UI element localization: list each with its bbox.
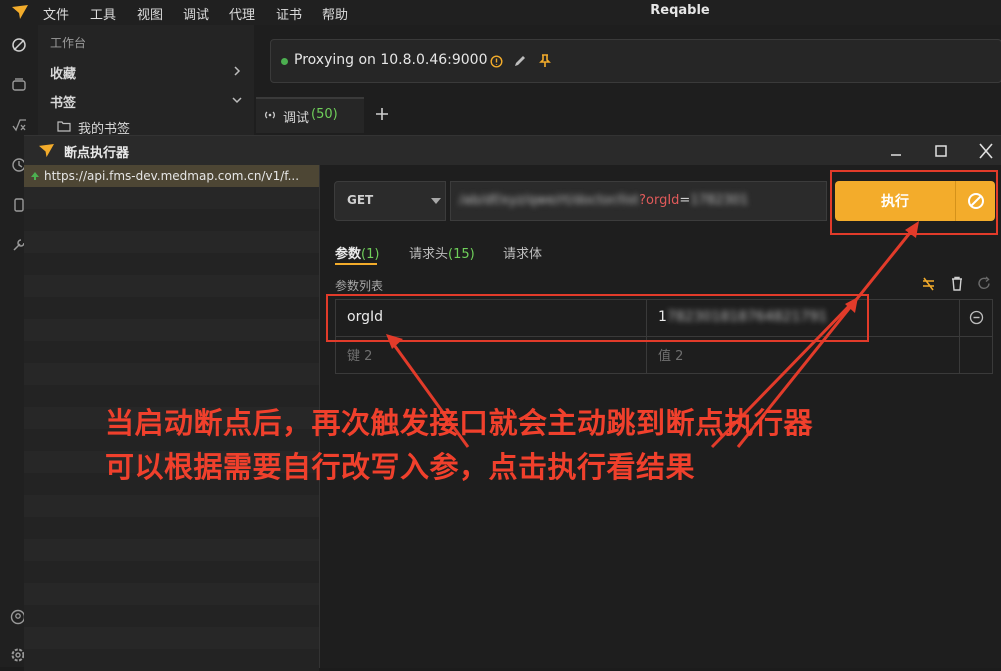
annotation-arrows [386, 221, 919, 449]
annotation-line-2: 可以根据需要自行改写入参，点击执行看结果 [105, 450, 696, 484]
annotation-line-1: 当启动断点后，再次触发接口就会主动跳到断点执行器 [105, 406, 814, 440]
